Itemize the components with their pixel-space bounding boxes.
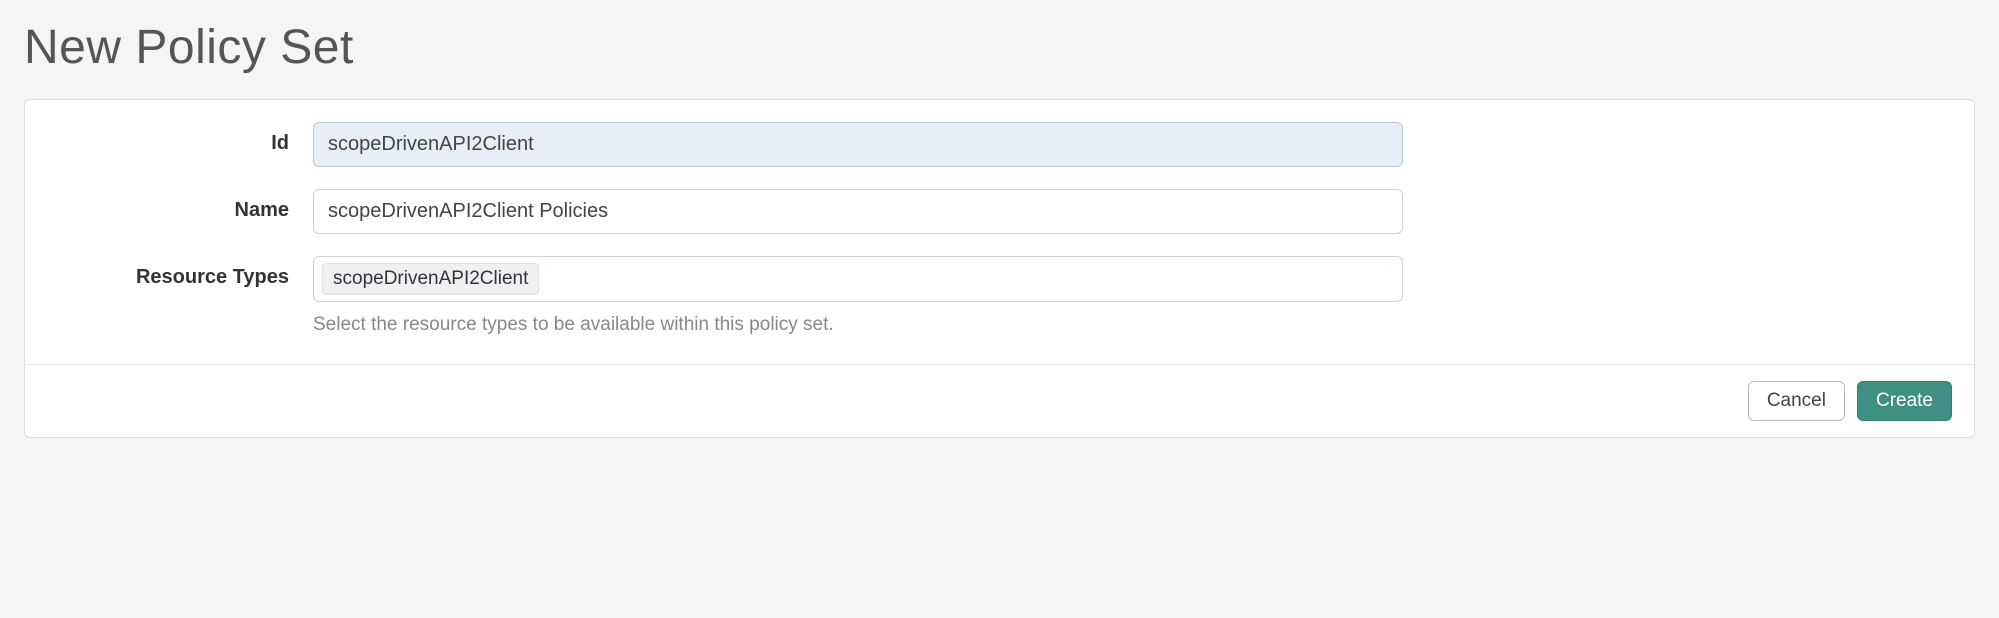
form-row-name: Name [53, 189, 1946, 234]
create-button[interactable]: Create [1857, 381, 1952, 421]
resource-types-label: Resource Types [53, 256, 313, 289]
name-field-wrap [313, 189, 1403, 234]
form-row-resource-types: Resource Types scopeDrivenAPI2Client Sel… [53, 256, 1946, 336]
page-title: New Policy Set [24, 20, 1975, 75]
resource-type-token[interactable]: scopeDrivenAPI2Client [322, 263, 539, 295]
form-panel: Id Name Resource Types scopeDrivenAPI2Cl… [24, 99, 1975, 438]
form-body: Id Name Resource Types scopeDrivenAPI2Cl… [25, 100, 1974, 364]
form-footer: Cancel Create [25, 364, 1974, 437]
resource-types-help: Select the resource types to be availabl… [313, 314, 1403, 336]
cancel-button[interactable]: Cancel [1748, 381, 1845, 421]
name-label: Name [53, 189, 313, 222]
resource-types-input[interactable]: scopeDrivenAPI2Client [313, 256, 1403, 302]
id-input[interactable] [313, 122, 1403, 167]
id-label: Id [53, 122, 313, 155]
form-row-id: Id [53, 122, 1946, 167]
name-input[interactable] [313, 189, 1403, 234]
resource-types-field-wrap: scopeDrivenAPI2Client Select the resourc… [313, 256, 1403, 336]
id-field-wrap [313, 122, 1403, 167]
